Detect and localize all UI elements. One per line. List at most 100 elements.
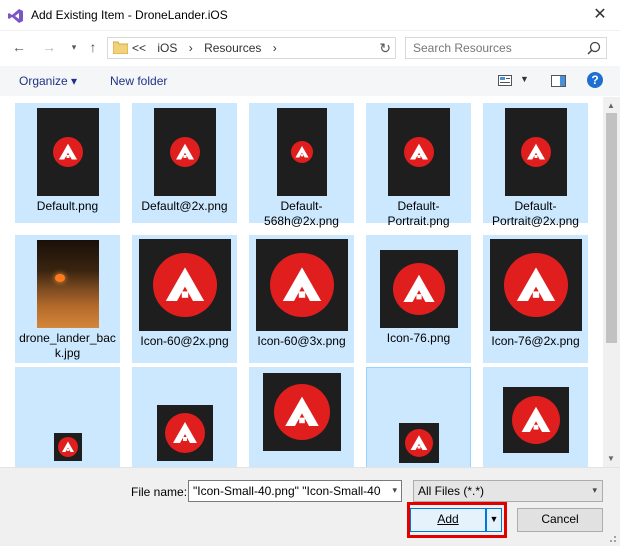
add-options-dropdown-icon[interactable]: ▼ xyxy=(486,508,502,532)
drone-lander-logo-icon xyxy=(290,141,313,163)
file-tile[interactable]: drone_lander_back.jpg xyxy=(15,235,120,363)
recent-locations-dropdown-icon[interactable]: ▾ xyxy=(65,38,83,56)
drone-lander-logo-icon xyxy=(520,137,551,167)
file-tile[interactable] xyxy=(132,367,237,467)
app-icon-thumbnail xyxy=(398,423,439,463)
file-list: Default.png Default@2x.png Default-568h@2x… xyxy=(0,97,603,467)
drone-lander-logo-icon xyxy=(152,253,217,317)
file-type-dropdown-icon[interactable]: ▾ xyxy=(592,485,597,496)
refresh-icon[interactable]: ↻ xyxy=(379,40,391,57)
file-tile[interactable] xyxy=(15,367,120,467)
app-icon-thumbnail xyxy=(262,373,341,451)
scroll-down-icon[interactable]: ▼ xyxy=(607,454,615,463)
file-tile[interactable]: Default-568h@2x.png xyxy=(249,103,354,228)
app-icon-thumbnail xyxy=(502,387,569,453)
file-tile[interactable]: Icon-76@2x.png xyxy=(483,235,588,363)
resize-grip-icon[interactable] xyxy=(607,533,617,543)
file-name: Default@2x.png xyxy=(141,199,228,213)
file-tile[interactable] xyxy=(483,367,588,467)
breadcrumb-resources[interactable]: Resources xyxy=(204,41,261,55)
window-title: Add Existing Item - DroneLander.iOS xyxy=(31,8,228,22)
image-thumbnail xyxy=(36,240,99,328)
file-tile[interactable]: Default-Portrait@2x.png xyxy=(483,103,588,228)
folder-icon xyxy=(113,41,128,54)
drone-lander-logo-icon xyxy=(404,429,433,457)
visual-studio-icon xyxy=(8,9,23,23)
file-name: Default-Portrait.png xyxy=(387,199,450,228)
app-icon-thumbnail xyxy=(53,433,82,461)
dialog-footer: File name: "Icon-Small-40.png" "Icon-Sma… xyxy=(0,467,620,546)
file-tile[interactable]: Icon-60@2x.png xyxy=(132,235,237,363)
app-icon-thumbnail xyxy=(36,108,99,196)
file-name-label: File name: xyxy=(131,485,188,499)
breadcrumb-ios[interactable]: iOS xyxy=(157,41,177,55)
file-name: Icon-60@2x.png xyxy=(140,334,229,348)
vertical-scrollbar[interactable]: ▲ ▼ xyxy=(603,97,620,467)
file-tile[interactable]: Default@2x.png xyxy=(132,103,237,223)
file-tile[interactable] xyxy=(249,367,354,467)
file-name-field[interactable]: "Icon-Small-40.png" "Icon-Small-40 ▾ xyxy=(188,480,402,502)
change-view-icon[interactable] xyxy=(498,75,512,86)
breadcrumb-separator[interactable]: › xyxy=(189,41,193,55)
file-name: Default-568h@2x.png xyxy=(264,199,339,228)
app-icon-thumbnail xyxy=(276,108,327,196)
app-icon-thumbnail xyxy=(504,108,567,196)
cancel-button[interactable]: Cancel xyxy=(517,508,603,532)
app-icon-thumbnail xyxy=(153,108,216,196)
file-tile[interactable] xyxy=(366,367,471,467)
file-name: Default-Portrait@2x.png xyxy=(492,199,579,228)
file-name: Default.png xyxy=(36,199,99,213)
file-type-filter[interactable]: All Files (*.*) ▾ xyxy=(413,480,603,502)
file-tile[interactable]: Icon-60@3x.png xyxy=(249,235,354,363)
drone-lander-logo-icon xyxy=(52,137,83,167)
app-icon-thumbnail xyxy=(255,239,348,331)
help-icon[interactable]: ? xyxy=(587,72,603,88)
breadcrumb-overflow[interactable]: << xyxy=(132,41,146,55)
drone-lander-logo-icon xyxy=(511,396,560,444)
file-name-value: "Icon-Small-40.png" "Icon-Small-40 xyxy=(193,484,381,498)
add-button[interactable]: Add xyxy=(410,508,486,532)
file-name-dropdown-icon[interactable]: ▾ xyxy=(392,485,397,496)
search-icon xyxy=(587,41,601,55)
organize-menu[interactable]: Organize ▾ xyxy=(19,74,77,88)
scrollbar-thumb[interactable] xyxy=(606,113,617,343)
address-bar[interactable]: << iOS › Resources › ↻ xyxy=(107,37,396,59)
file-name: Icon-76@2x.png xyxy=(491,334,580,348)
command-bar: Organize ▾ New folder ▼ ? xyxy=(0,66,620,96)
app-icon-thumbnail xyxy=(156,405,213,461)
forward-arrow-icon[interactable]: → xyxy=(40,38,58,56)
drone-lander-logo-icon xyxy=(273,384,330,440)
file-tile[interactable]: Icon-76.png xyxy=(366,235,471,363)
file-name: Icon-60@3x.png xyxy=(257,334,346,348)
file-name: Icon-76.png xyxy=(386,331,451,345)
breadcrumb-separator[interactable]: › xyxy=(273,41,277,55)
close-button[interactable]: ✕ xyxy=(580,0,620,30)
drone-lander-logo-icon xyxy=(57,437,78,457)
file-tile[interactable]: Default-Portrait.png xyxy=(366,103,471,228)
add-button-label: Add xyxy=(437,512,459,526)
back-arrow-icon[interactable]: ← xyxy=(10,38,28,56)
drone-lander-logo-icon xyxy=(164,413,205,453)
new-folder-button[interactable]: New folder xyxy=(110,74,167,88)
drone-lander-logo-icon xyxy=(503,253,568,317)
app-icon-thumbnail xyxy=(379,250,458,328)
app-icon-thumbnail xyxy=(489,239,582,331)
ship-glow xyxy=(54,274,65,282)
drone-lander-logo-icon xyxy=(392,263,445,315)
app-icon-thumbnail xyxy=(138,239,231,331)
file-tile[interactable]: Default.png xyxy=(15,103,120,223)
view-options-dropdown-icon[interactable]: ▼ xyxy=(520,74,529,84)
file-name: drone_lander_back.jpg xyxy=(19,331,116,360)
drone-lander-logo-icon xyxy=(269,253,334,317)
scroll-up-icon[interactable]: ▲ xyxy=(607,101,615,110)
breadcrumb: << iOS › Resources › xyxy=(132,41,285,55)
search-box[interactable]: Search Resources xyxy=(405,37,607,59)
preview-pane-icon[interactable] xyxy=(551,75,566,87)
up-folder-icon[interactable]: ↑ xyxy=(84,38,102,56)
file-type-value: All Files (*.*) xyxy=(418,484,485,498)
app-icon-thumbnail xyxy=(387,108,450,196)
search-placeholder: Search Resources xyxy=(413,41,512,55)
drone-lander-logo-icon xyxy=(403,137,434,167)
drone-lander-logo-icon xyxy=(169,137,200,167)
title-bar: Add Existing Item - DroneLander.iOS ✕ xyxy=(0,0,620,31)
